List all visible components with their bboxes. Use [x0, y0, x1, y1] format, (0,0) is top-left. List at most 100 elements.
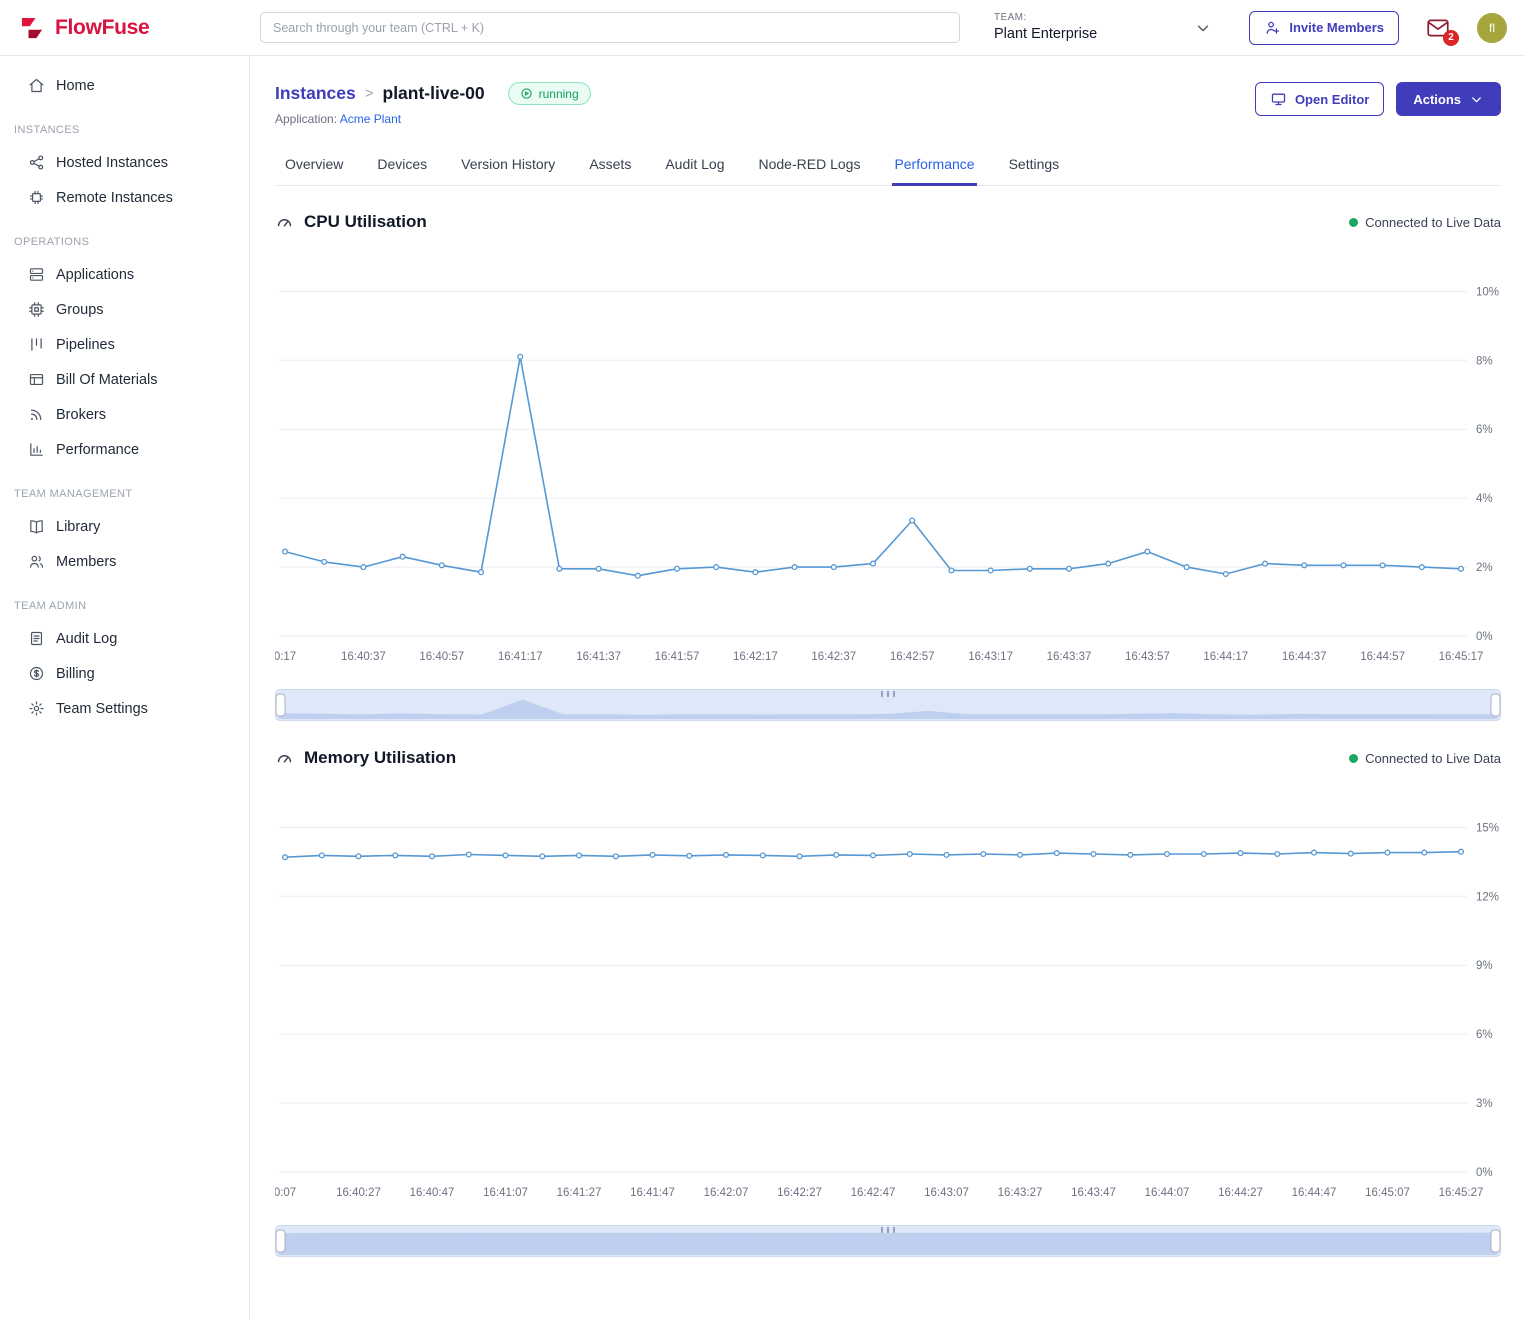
sidebar-item-label: Audit Log — [56, 631, 117, 647]
memory-chart-zoom-slider[interactable] — [275, 1224, 1501, 1258]
sidebar-item-brokers[interactable]: Brokers — [0, 397, 249, 432]
sidebar-item-library[interactable]: Library — [0, 509, 249, 544]
svg-text:16:44:27: 16:44:27 — [1218, 1187, 1263, 1199]
tab-node-red-logs[interactable]: Node-RED Logs — [757, 146, 863, 186]
svg-text:6%: 6% — [1476, 1029, 1493, 1041]
svg-text:16:45:07: 16:45:07 — [1365, 1187, 1410, 1199]
tab-performance[interactable]: Performance — [892, 146, 976, 186]
svg-text:2%: 2% — [1476, 562, 1493, 574]
team-name: Plant Enterprise — [994, 25, 1097, 43]
svg-text:16:40:27: 16:40:27 — [336, 1187, 381, 1199]
flowfuse-logo[interactable]: FlowFuse — [18, 14, 250, 42]
tab-devices[interactable]: Devices — [375, 146, 429, 186]
flowfuse-logo-icon — [18, 14, 46, 42]
brand-name: FlowFuse — [55, 16, 149, 40]
breadcrumb-instances-link[interactable]: Instances — [275, 83, 356, 104]
svg-text:16:40:57: 16:40:57 — [419, 651, 464, 663]
sidebar-item-pipelines[interactable]: Pipelines — [0, 327, 249, 362]
instance-tabs: Overview Devices Version History Assets Audi… — [275, 146, 1501, 186]
team-settings-icon — [28, 700, 45, 717]
svg-text:16:44:37: 16:44:37 — [1282, 651, 1327, 663]
sidebar-item-label: Members — [56, 554, 116, 570]
zoom-slider-right-handle[interactable] — [1491, 694, 1500, 716]
actions-button[interactable]: Actions — [1396, 82, 1501, 116]
sidebar-item-label: Billing — [56, 666, 95, 682]
sidebar-section-label: OPERATIONS — [0, 215, 249, 257]
sidebar-item-label: Remote Instances — [56, 190, 173, 206]
editor-icon — [1270, 91, 1287, 108]
svg-text:16:43:37: 16:43:37 — [1047, 651, 1092, 663]
memory-live-status: Connected to Live Data — [1349, 751, 1501, 766]
team-label: TEAM: — [994, 12, 1097, 25]
tab-overview[interactable]: Overview — [283, 146, 345, 186]
svg-text:16:44:17: 16:44:17 — [1203, 651, 1248, 663]
members-icon — [28, 553, 45, 570]
tab-audit-log[interactable]: Audit Log — [663, 146, 726, 186]
notifications-button[interactable]: 2 — [1425, 15, 1451, 41]
svg-text:16:41:07: 16:41:07 — [483, 1187, 528, 1199]
team-selector[interactable]: TEAM: Plant Enterprise — [994, 12, 1212, 43]
groups-icon — [28, 301, 45, 318]
status-badge-label: running — [539, 87, 579, 101]
sidebar-item-members[interactable]: Members — [0, 544, 249, 579]
application-label: Application: — [275, 112, 337, 126]
sidebar-item-label: Hosted Instances — [56, 155, 168, 171]
svg-text:3%: 3% — [1476, 1098, 1493, 1110]
invite-members-button[interactable]: Invite Members — [1249, 11, 1399, 45]
sidebar-item-hosted-instances[interactable]: Hosted Instances — [0, 145, 249, 180]
open-editor-label: Open Editor — [1295, 92, 1369, 107]
sidebar-item-billing[interactable]: Billing — [0, 656, 249, 691]
sidebar-item-home[interactable]: Home — [0, 68, 249, 103]
sidebar-item-applications[interactable]: Applications — [0, 257, 249, 292]
actions-label: Actions — [1413, 92, 1461, 107]
svg-text:16:42:27: 16:42:27 — [777, 1187, 822, 1199]
chevron-down-icon — [1469, 92, 1484, 107]
svg-text:16:41:57: 16:41:57 — [655, 651, 700, 663]
svg-text:0%: 0% — [1476, 1167, 1493, 1179]
sidebar: HomeINSTANCESHosted InstancesRemote Inst… — [0, 56, 250, 1319]
pipelines-icon — [28, 336, 45, 353]
svg-text:4%: 4% — [1476, 493, 1493, 505]
cpu-chart-zoom-slider[interactable] — [275, 688, 1501, 722]
open-editor-button[interactable]: Open Editor — [1255, 82, 1384, 116]
team-selector-text: TEAM: Plant Enterprise — [994, 12, 1097, 43]
tab-settings[interactable]: Settings — [1007, 146, 1062, 186]
zoom-slider-left-handle[interactable] — [276, 694, 285, 716]
library-icon — [28, 518, 45, 535]
tab-assets[interactable]: Assets — [587, 146, 633, 186]
sidebar-section-label: TEAM ADMIN — [0, 579, 249, 621]
svg-text:16:44:57: 16:44:57 — [1360, 651, 1405, 663]
cpu-utilisation-chart: 0%2%4%6%8%10%0:1716:40:3716:40:5716:41:1… — [275, 236, 1501, 674]
live-status-text: Connected to Live Data — [1365, 751, 1501, 766]
memory-panel-title: Memory Utilisation — [275, 748, 456, 768]
sidebar-item-label: Brokers — [56, 407, 106, 423]
svg-text:6%: 6% — [1476, 424, 1493, 436]
sidebar-item-audit-log[interactable]: Audit Log — [0, 621, 249, 656]
svg-text:16:45:27: 16:45:27 — [1439, 1187, 1484, 1199]
sidebar-item-performance[interactable]: Performance — [0, 432, 249, 467]
svg-text:12%: 12% — [1476, 891, 1499, 903]
sidebar-item-bill-of-materials[interactable]: Bill Of Materials — [0, 362, 249, 397]
sidebar-item-remote-instances[interactable]: Remote Instances — [0, 180, 249, 215]
svg-text:16:43:07: 16:43:07 — [924, 1187, 969, 1199]
sidebar-item-label: Team Settings — [56, 701, 148, 717]
sidebar-item-team-settings[interactable]: Team Settings — [0, 691, 249, 726]
invite-members-label: Invite Members — [1289, 20, 1384, 35]
team-search-input[interactable] — [260, 12, 960, 43]
audit-log-icon — [28, 630, 45, 647]
home-icon — [28, 77, 45, 94]
svg-text:16:41:47: 16:41:47 — [630, 1187, 675, 1199]
tab-version-history[interactable]: Version History — [459, 146, 557, 186]
application-link[interactable]: Acme Plant — [340, 112, 401, 126]
svg-text:16:42:07: 16:42:07 — [704, 1187, 749, 1199]
gauge-icon — [275, 213, 294, 232]
sidebar-item-groups[interactable]: Groups — [0, 292, 249, 327]
instance-name: plant-live-00 — [383, 83, 485, 104]
applications-icon — [28, 266, 45, 283]
svg-text:16:41:37: 16:41:37 — [576, 651, 621, 663]
sidebar-section-label: TEAM MANAGEMENT — [0, 467, 249, 509]
zoom-slider-left-handle[interactable] — [276, 1230, 285, 1252]
user-avatar[interactable]: fl — [1477, 13, 1507, 43]
memory-panel-header: Memory Utilisation Connected to Live Dat… — [275, 748, 1501, 768]
zoom-slider-right-handle[interactable] — [1491, 1230, 1500, 1252]
